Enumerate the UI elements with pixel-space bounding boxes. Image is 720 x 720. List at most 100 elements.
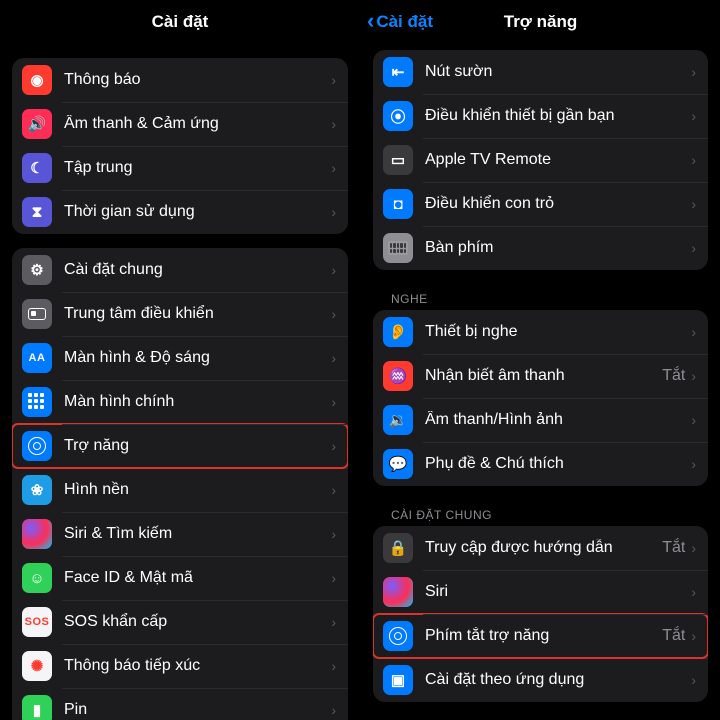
row-label: Nút sườn — [425, 63, 691, 81]
chevron-right-icon: › — [691, 324, 696, 340]
toggles-icon — [22, 299, 52, 329]
moon-icon: ☾ — [22, 153, 52, 183]
accessibility-icon — [383, 621, 413, 651]
group-notifications: ◉ Thông báo › 🔊 Âm thanh & Cảm ứng › ☾ T… — [12, 58, 348, 234]
chevron-right-icon: › — [691, 540, 696, 556]
content: ◉ Thông báo › 🔊 Âm thanh & Cảm ứng › ☾ T… — [0, 58, 360, 720]
chevron-right-icon: › — [331, 204, 336, 220]
remote-icon: ▭ — [383, 145, 413, 175]
row-hearing-devices[interactable]: 👂 Thiết bị nghe › — [373, 310, 708, 354]
row-label: Tập trung — [64, 159, 331, 177]
row-audio-visual[interactable]: 🔉 Âm thanh/Hình ảnh › — [373, 398, 708, 442]
row-label: Pin — [64, 701, 331, 719]
wave-icon: ♒ — [383, 361, 413, 391]
header: Cài đặt — [0, 0, 360, 44]
group-general: ⚙ Cài đặt chung › Trung tâm điều khiển ›… — [12, 248, 348, 720]
row-control-center[interactable]: Trung tâm điều khiển › — [12, 292, 348, 336]
row-sounds[interactable]: 🔊 Âm thanh & Cảm ứng › — [12, 102, 348, 146]
chevron-right-icon: › — [691, 64, 696, 80]
row-home-screen[interactable]: Màn hình chính › — [12, 380, 348, 424]
row-label: Truy cập được hướng dẫn — [425, 539, 662, 557]
row-label: Cài đặt chung — [64, 261, 331, 279]
subtitle-icon: 💬 — [383, 449, 413, 479]
chevron-right-icon: › — [691, 152, 696, 168]
row-per-app-settings[interactable]: ▣ Cài đặt theo ứng dụng › — [373, 658, 708, 702]
row-value: Tắt — [662, 367, 685, 385]
chevron-right-icon: › — [691, 240, 696, 256]
chevron-right-icon: › — [331, 526, 336, 542]
row-label: Âm thanh/Hình ảnh — [425, 411, 691, 429]
row-battery[interactable]: ▮ Pin › — [12, 688, 348, 720]
row-sos[interactable]: SOS SOS khẩn cấp › — [12, 600, 348, 644]
chevron-right-icon: › — [691, 456, 696, 472]
lock-icon: 🔒 — [383, 533, 413, 563]
broadcast-icon: ⦿ — [383, 101, 413, 131]
row-label: Điều khiển con trỏ — [425, 195, 691, 213]
row-siri[interactable]: Siri › — [373, 570, 708, 614]
chevron-right-icon: › — [331, 116, 336, 132]
group-hearing: 👂 Thiết bị nghe › ♒ Nhận biết âm thanh T… — [373, 310, 708, 486]
row-label: Hình nền — [64, 481, 331, 499]
text-size-icon: AA — [22, 343, 52, 373]
keyboard-icon — [383, 233, 413, 263]
grid-icon — [22, 387, 52, 417]
chevron-right-icon: › — [691, 584, 696, 600]
ear-icon: 👂 — [383, 317, 413, 347]
row-label: SOS khẩn cấp — [64, 613, 331, 631]
back-label: Cài đặt — [376, 12, 433, 32]
row-subtitles[interactable]: 💬 Phụ đề & Chú thích › — [373, 442, 708, 486]
row-value: Tắt — [662, 539, 685, 557]
row-label: Màn hình & Độ sáng — [64, 349, 331, 367]
flower-icon: ❀ — [22, 475, 52, 505]
page-title: Cài đặt — [152, 12, 209, 32]
back-button[interactable]: ‹ Cài đặt — [367, 0, 433, 44]
row-label: Siri — [425, 583, 691, 601]
row-notifications[interactable]: ◉ Thông báo › — [12, 58, 348, 102]
row-screentime[interactable]: ⧗ Thời gian sử dụng › — [12, 190, 348, 234]
chevron-left-icon: ‹ — [367, 10, 374, 32]
sos-icon: SOS — [22, 607, 52, 637]
row-label: Bàn phím — [425, 239, 691, 257]
row-label: Phụ đề & Chú thích — [425, 455, 691, 473]
row-display[interactable]: AA Màn hình & Độ sáng › — [12, 336, 348, 380]
row-keyboards[interactable]: Bàn phím › — [373, 226, 708, 270]
row-exposure[interactable]: ✺ Thông báo tiếp xúc › — [12, 644, 348, 688]
accessibility-icon — [22, 431, 52, 461]
row-label: Trợ năng — [64, 437, 331, 455]
chevron-right-icon: › — [331, 570, 336, 586]
row-label: Điều khiển thiết bị gần bạn — [425, 107, 691, 125]
faceid-icon: ☺ — [22, 563, 52, 593]
chevron-right-icon: › — [331, 438, 336, 454]
row-wallpaper[interactable]: ❀ Hình nền › — [12, 468, 348, 512]
row-label: Nhận biết âm thanh — [425, 367, 662, 385]
chevron-right-icon: › — [691, 108, 696, 124]
accessibility-panel: ‹ Cài đặt Trợ năng ⇤ Nút sườn › ⦿ Điều k… — [360, 0, 720, 720]
row-sound-recognition[interactable]: ♒ Nhận biết âm thanh Tắt › — [373, 354, 708, 398]
row-focus[interactable]: ☾ Tập trung › — [12, 146, 348, 190]
row-label: Face ID & Mật mã — [64, 569, 331, 587]
chevron-right-icon: › — [331, 482, 336, 498]
row-siri[interactable]: Siri & Tìm kiếm › — [12, 512, 348, 556]
row-value: Tắt — [662, 627, 685, 645]
row-accessibility-shortcut[interactable]: Phím tắt trợ năng Tắt › — [373, 614, 708, 658]
side-button-icon: ⇤ — [383, 57, 413, 87]
chevron-right-icon: › — [331, 306, 336, 322]
audio-icon: 🔉 — [383, 405, 413, 435]
row-label: Apple TV Remote — [425, 151, 691, 169]
group-general-settings: 🔒 Truy cập được hướng dẫn Tắt › Siri › P… — [373, 526, 708, 702]
chevron-right-icon: › — [691, 368, 696, 384]
content: ⇤ Nút sườn › ⦿ Điều khiển thiết bị gần b… — [361, 50, 720, 714]
row-accessibility[interactable]: Trợ năng › — [12, 424, 348, 468]
row-pointer-control[interactable]: ◘ Điều khiển con trỏ › — [373, 182, 708, 226]
row-faceid[interactable]: ☺ Face ID & Mật mã › — [12, 556, 348, 600]
app-plus-icon: ▣ — [383, 665, 413, 695]
row-appletv-remote[interactable]: ▭ Apple TV Remote › — [373, 138, 708, 182]
row-side-button[interactable]: ⇤ Nút sườn › — [373, 50, 708, 94]
row-general[interactable]: ⚙ Cài đặt chung › — [12, 248, 348, 292]
row-guided-access[interactable]: 🔒 Truy cập được hướng dẫn Tắt › — [373, 526, 708, 570]
gear-icon: ⚙ — [22, 255, 52, 285]
page-title: Trợ năng — [504, 12, 577, 32]
row-label: Thông báo — [64, 71, 331, 89]
chevron-right-icon: › — [691, 196, 696, 212]
row-nearby-control[interactable]: ⦿ Điều khiển thiết bị gần bạn › — [373, 94, 708, 138]
